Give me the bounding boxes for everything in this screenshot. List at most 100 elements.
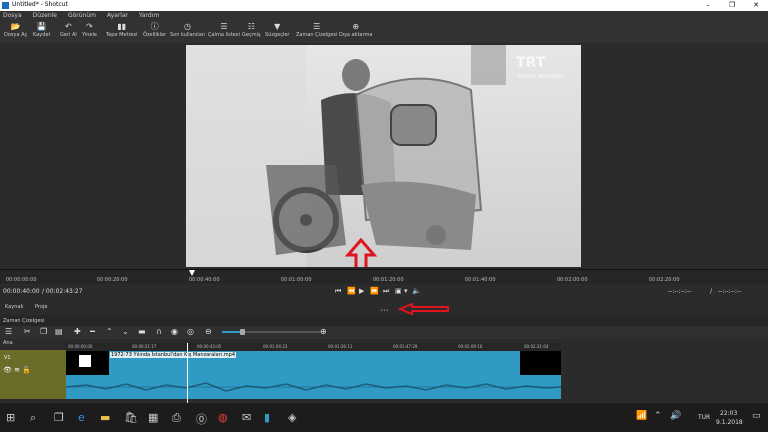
skip-end-icon[interactable]: ⏭ [383,287,389,296]
chevron-down-icon[interactable]: ▾ [404,287,408,295]
chrome-icon[interactable]: ◍ [218,411,228,424]
file-explorer-icon[interactable]: ▬ [100,411,110,424]
copy-icon[interactable]: ❐ [40,327,47,336]
fullscreen-icon[interactable]: ▣ [395,287,402,295]
redo-button[interactable]: ↷ Yinele [82,22,97,39]
clip-thumbnail-end [520,351,561,375]
split-icon[interactable]: ▬ [138,327,146,336]
timeline-header: Zaman Çizelgesi [0,318,768,326]
menu-edit[interactable]: Düzenle [33,11,57,21]
minimize-button[interactable]: – [696,0,720,11]
splitter-handle[interactable]: ••• [380,308,389,314]
timeline-playhead[interactable] [187,343,188,403]
cut-icon[interactable]: ✂ [24,327,31,336]
timeline-button[interactable]: ☰ Zaman Çizelgesi [296,22,337,39]
source-playhead[interactable] [189,270,195,276]
open-file-button[interactable]: 📂 Dosya Aç [4,22,27,39]
window-title: Untitled* - Shotcut [12,1,68,8]
menu-file[interactable]: Dosya [3,11,22,21]
filters-button[interactable]: ▼ Süzgeçler [265,22,290,39]
skype-icon[interactable]: ⓪ [196,411,207,427]
scrub-icon[interactable]: ◉ [171,327,178,336]
properties-button[interactable]: ⓘ Özellikler [143,22,166,39]
task-view-icon[interactable]: ❐ [54,411,64,424]
export-icon: ⊕ [352,22,360,31]
zoom-out-icon[interactable]: ⊖ [205,327,212,336]
edge-browser-icon[interactable]: e [78,411,85,424]
paste-icon[interactable]: ▤ [55,327,63,336]
timeline-clip[interactable]: 1972-73 Yılında İstanbul'dan Kış Manzara… [65,351,562,399]
save-button[interactable]: 💾 Kaydet [33,22,50,39]
fast-forward-icon[interactable]: ⏩ [370,287,379,295]
lock-icon[interactable]: 🔓 [22,366,31,374]
overwrite-icon[interactable]: ⌄ [122,327,129,336]
ruler-tick: 00:01:00:00 [281,277,312,283]
clock-icon: ◷ [183,22,191,31]
track-name: V1 [4,355,11,361]
tab-source[interactable]: Kaynak [5,304,23,310]
play-icon[interactable]: ▶ [359,287,364,295]
eye-icon[interactable]: 👁 [3,366,12,374]
network-icon[interactable]: 📶 [636,411,647,421]
master-track-label: Ana [3,340,13,346]
annotation-arrow-left [398,303,449,315]
timeline-tick: 00:01:04:23 [263,344,288,349]
meter-icon: ▮▮ [117,22,127,31]
menu-help[interactable]: Yardım [139,11,159,21]
volume-icon[interactable]: 🔈 [412,287,421,295]
menu-icon[interactable]: ☰ [5,327,12,336]
clock-time[interactable]: 22:03 [720,410,737,417]
source-ruler[interactable]: 00:00:00:00 00:00:20:00 00:00:40:00 00:0… [0,269,768,284]
playlist-button[interactable]: ☰ Çalma listesi [208,22,240,39]
ruler-tick: 00:02:00:00 [557,277,588,283]
caret-up-icon[interactable]: ⌃ [654,411,662,421]
zoom-slider[interactable] [222,329,322,335]
menu-settings[interactable]: Ayarlar [107,11,128,21]
tab-project[interactable]: Proje [35,304,47,310]
clock-date[interactable]: 9.1.2018 [716,419,743,426]
language-indicator[interactable]: TUR [698,414,710,421]
timeline-tick: 00:01:47:29 [393,344,418,349]
shotcut-taskbar-icon[interactable]: ▮ [264,411,270,424]
mail-icon[interactable]: ✉ [242,411,251,424]
track-header-v1[interactable]: V1 👁 ≋ 🔓 [0,350,66,399]
zoom-slider-handle[interactable] [240,329,245,335]
export-button[interactable]: ⊕ Dışa aktarma [339,22,372,39]
maximize-button[interactable]: ❐ [720,0,744,11]
skip-start-icon[interactable]: ⏮ [335,287,341,296]
transport-bar: 00:00:40:00 / 00:02:43:27 ⏮ ⏪ ▶ ⏩ ⏭ ▣ ▾ … [0,284,768,302]
search-icon[interactable]: ⌕ [30,411,36,425]
menu-view[interactable]: Görünüm [68,11,96,21]
clip-name: 1972-73 Yılında İstanbul'dan Kış Manzara… [110,352,237,358]
ruler-tick: 00:00:40:00 [189,277,220,283]
calculator-icon[interactable]: ▦ [148,411,158,424]
video-frame[interactable]: TRT forum atmosfer [186,45,581,267]
out-point-timecode: --:--:--:-- [718,288,742,295]
rewind-icon[interactable]: ⏪ [347,287,356,295]
layers-icon[interactable]: ≋ [14,366,20,374]
close-button[interactable]: ✕ [744,0,768,11]
history-button[interactable]: ☷ Geçmiş [242,22,261,39]
timeline-ruler[interactable]: 00:00:00:00 00:00:21:17 00:00:43:05 00:0… [66,343,561,351]
windows-start-icon[interactable]: ⊞ [6,411,15,424]
app-icon-2[interactable]: ◈ [288,411,296,424]
remove-icon[interactable]: ━ [90,327,95,336]
undo-button[interactable]: ↶ Geri Al [60,22,77,39]
snap-magnet-icon[interactable]: ∩ [156,327,162,336]
ruler-tick: 00:01:20:00 [373,277,404,283]
speaker-icon[interactable]: 🔊 [670,411,681,421]
notification-icon[interactable]: ▭ [752,411,761,421]
timeline-tick: 00:01:26:11 [328,344,353,349]
peak-meter-button[interactable]: ▮▮ Tepe Metresi [106,22,138,39]
lift-icon[interactable]: ⌃ [106,327,113,336]
shotcut-app-icon [2,2,9,9]
position-timecode[interactable]: 00:00:40:00 [3,288,40,295]
recent-button[interactable]: ◷ Son kullanılan [170,22,205,39]
store-icon[interactable]: 🛍 [124,411,138,424]
app-icon[interactable]: ⎙ [172,411,181,425]
zoom-in-icon[interactable]: ⊕ [320,327,327,336]
ripple-icon[interactable]: ◎ [187,327,194,336]
append-icon[interactable]: ✚ [74,327,81,336]
thumbnail-logo [79,355,91,367]
clip-thumbnail-start [66,351,109,375]
